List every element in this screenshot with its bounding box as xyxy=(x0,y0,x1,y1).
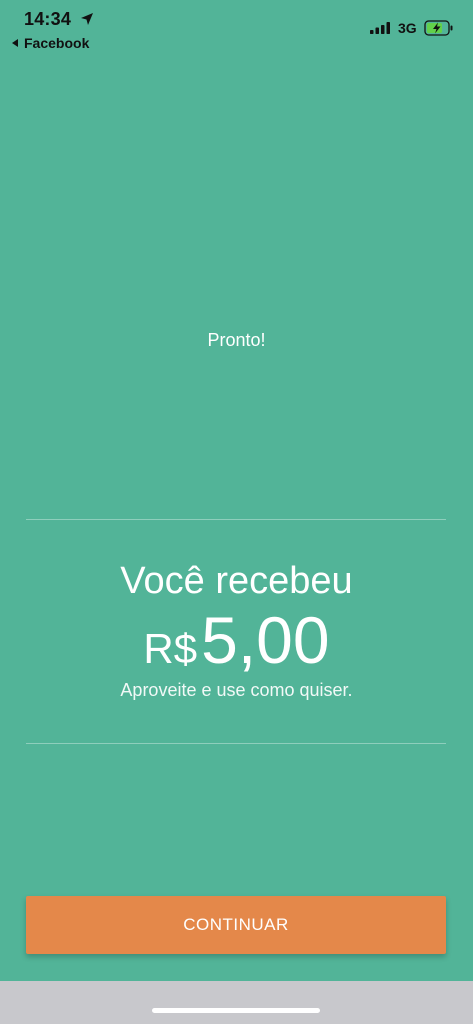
back-triangle-icon xyxy=(12,39,18,47)
status-bar: 14:34 Facebook 3G xyxy=(0,0,473,56)
received-title: Você recebeu xyxy=(120,560,353,602)
status-message: Pronto! xyxy=(207,330,266,350)
battery-charging-icon xyxy=(424,20,453,36)
back-to-app-link[interactable]: Facebook xyxy=(10,35,89,51)
home-indicator[interactable] xyxy=(152,1008,320,1013)
continue-button[interactable]: CONTINUAR xyxy=(26,896,446,954)
status-time: 14:34 xyxy=(24,9,72,29)
signal-bars-icon xyxy=(370,22,390,34)
divider-bottom xyxy=(26,743,446,744)
currency-symbol: R$ xyxy=(143,625,198,672)
continue-button-label: CONTINUAR xyxy=(183,915,289,934)
divider-top xyxy=(26,519,446,520)
location-arrow-icon xyxy=(81,13,93,25)
amount-value: 5,00 xyxy=(201,603,330,677)
amount-display: R$5,00 xyxy=(0,602,473,678)
subtitle-text: Aproveite e use como quiser. xyxy=(120,680,353,700)
back-app-label: Facebook xyxy=(24,35,90,51)
bottom-bar xyxy=(0,981,473,1024)
network-type: 3G xyxy=(398,20,417,36)
